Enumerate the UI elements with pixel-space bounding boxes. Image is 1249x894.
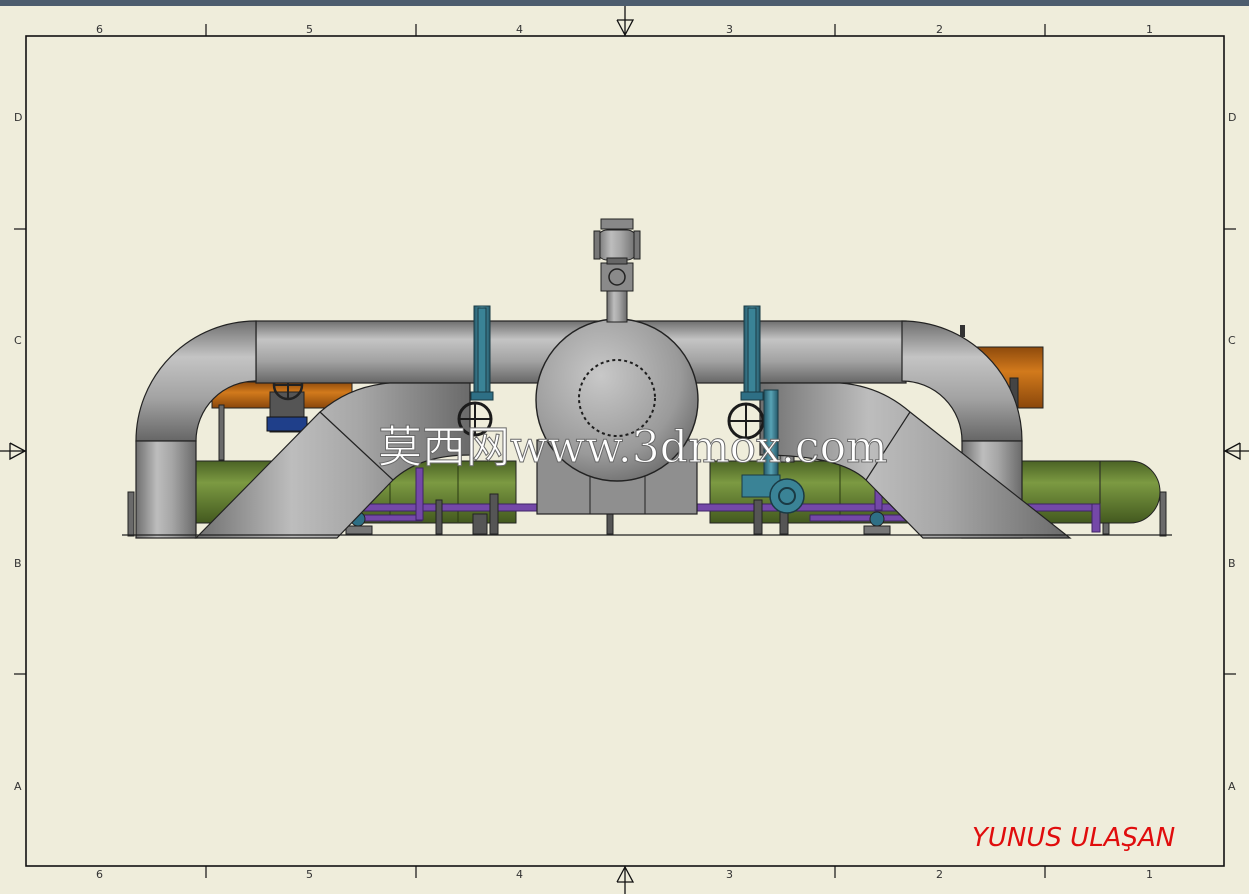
zone-row-right-3: B bbox=[1228, 557, 1236, 570]
centering-arrow-left-icon bbox=[0, 442, 27, 461]
zone-row-right-4: A bbox=[1228, 780, 1236, 793]
watermark-text: 莫西网www.3dmox.com bbox=[378, 422, 888, 473]
technical-drawing: 6 5 4 3 2 1 6 5 4 3 2 1 D C B A D C B A bbox=[0, 6, 1249, 894]
zone-row-left-4: A bbox=[14, 780, 22, 793]
zone-col-bottom-3: 4 bbox=[516, 868, 523, 881]
drawing-sheet: 6 5 4 3 2 1 6 5 4 3 2 1 D C B A D C B A bbox=[0, 0, 1249, 894]
left-butterfly-valve bbox=[470, 305, 494, 401]
centering-arrow-top-icon bbox=[616, 6, 635, 37]
zone-col-top-2: 5 bbox=[306, 23, 313, 36]
author-title: YUNUS ULAŞAN bbox=[972, 823, 1175, 853]
centering-arrow-right-icon bbox=[1223, 442, 1249, 461]
zone-col-bottom-5: 2 bbox=[936, 868, 943, 881]
centering-arrow-bottom-icon bbox=[616, 865, 635, 894]
right-butterfly-valve bbox=[740, 305, 764, 401]
zone-row-left-2: C bbox=[14, 334, 22, 347]
zone-row-left-3: B bbox=[14, 557, 22, 570]
zone-col-top-6: 1 bbox=[1146, 23, 1153, 36]
zone-col-bottom-4: 3 bbox=[726, 868, 733, 881]
zone-col-bottom-1: 6 bbox=[96, 868, 103, 881]
left-riser bbox=[135, 440, 197, 539]
zone-col-top-4: 3 bbox=[726, 23, 733, 36]
zone-col-top-5: 2 bbox=[936, 23, 943, 36]
zone-row-left-1: D bbox=[14, 111, 22, 124]
top-nozzle bbox=[606, 289, 628, 323]
left-elbow bbox=[135, 320, 257, 442]
zone-col-top-3: 4 bbox=[516, 23, 523, 36]
zone-col-top-1: 6 bbox=[96, 23, 103, 36]
zone-col-bottom-6: 1 bbox=[1146, 868, 1153, 881]
zone-row-right-1: D bbox=[1228, 111, 1236, 124]
zone-row-right-2: C bbox=[1228, 334, 1236, 347]
piping-assembly bbox=[122, 218, 1172, 539]
zone-col-bottom-2: 5 bbox=[306, 868, 313, 881]
